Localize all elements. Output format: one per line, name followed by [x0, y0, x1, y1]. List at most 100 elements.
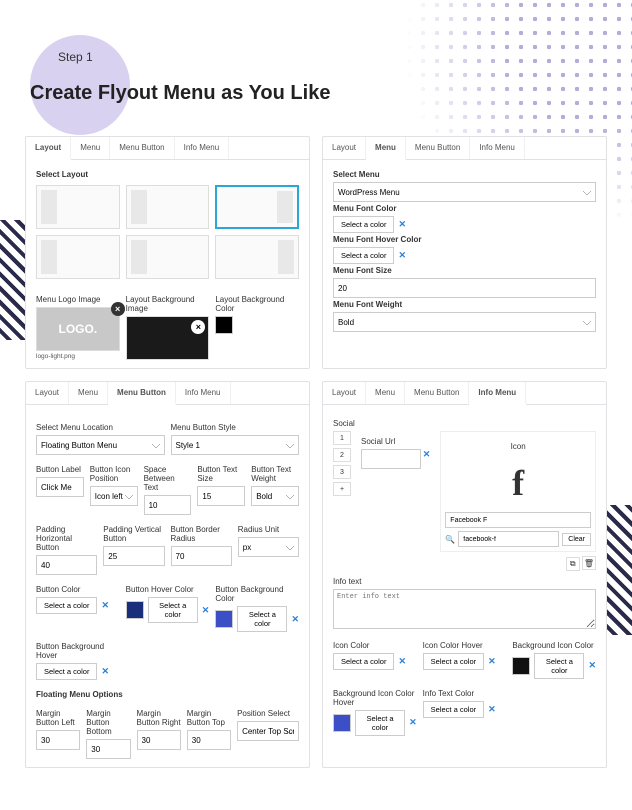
font-size-label: Menu Font Size: [333, 266, 596, 275]
sel-loc[interactable]: Floating Button Menu: [36, 435, 165, 455]
menu-logo-label: Menu Logo Image: [36, 295, 120, 304]
tab-info-menu[interactable]: Info Menu: [175, 137, 230, 159]
info-text-label: Info text: [333, 577, 596, 586]
clear-color-icon[interactable]: ✕: [488, 656, 496, 667]
tab-menu[interactable]: Menu: [69, 382, 108, 404]
margin-bottom-input[interactable]: [86, 739, 130, 759]
tab-info-menu[interactable]: Info Menu: [176, 382, 231, 404]
delete-icon[interactable]: ×: [111, 302, 125, 316]
select-color-button[interactable]: Select a color: [355, 710, 405, 736]
radius-unit[interactable]: px: [238, 537, 299, 557]
panel-layout: Layout Menu Menu Button Info Menu Select…: [25, 136, 310, 369]
logo-caption: logo-light.png: [36, 353, 120, 360]
tab-layout[interactable]: Layout: [323, 137, 366, 159]
btn-label-input[interactable]: [36, 477, 84, 497]
space-input[interactable]: [144, 495, 192, 515]
social-index[interactable]: 2: [333, 448, 351, 462]
bg-color-label: Layout Background Color: [215, 295, 299, 313]
btn-style-label: Menu Button Style: [171, 423, 300, 432]
clear-color-icon[interactable]: ✕: [101, 600, 109, 611]
clear-color-icon[interactable]: ✕: [398, 656, 406, 667]
select-color-button[interactable]: Select a color: [333, 653, 394, 670]
select-color-button[interactable]: Select a color: [333, 247, 394, 264]
clear-color-icon[interactable]: ✕: [398, 250, 406, 261]
floating-options-heading: Floating Menu Options: [36, 690, 299, 699]
social-index[interactable]: 3: [333, 465, 351, 479]
tab-menu[interactable]: Menu: [366, 137, 406, 160]
layout-option[interactable]: [36, 235, 120, 279]
select-layout-label: Select Layout: [36, 170, 299, 179]
icon-pos[interactable]: Icon left: [90, 486, 138, 506]
pad-v-input[interactable]: [103, 546, 164, 566]
tab-layout[interactable]: Layout: [26, 137, 71, 160]
layout-option[interactable]: [36, 185, 120, 229]
select-menu[interactable]: WordPress Menu: [333, 182, 596, 202]
color-swatch[interactable]: [126, 601, 144, 619]
tab-menu-button[interactable]: Menu Button: [405, 382, 469, 404]
pad-h-input[interactable]: [36, 555, 97, 575]
select-color-button[interactable]: Select a color: [333, 216, 394, 233]
clear-color-icon[interactable]: ✕: [588, 660, 596, 671]
info-text-input[interactable]: [333, 589, 596, 629]
select-color-button[interactable]: Select a color: [534, 653, 584, 679]
social-url-input[interactable]: [361, 449, 421, 469]
color-swatch[interactable]: [215, 316, 233, 334]
delete-icon[interactable]: 🗑: [582, 556, 596, 570]
layout-option[interactable]: [126, 185, 210, 229]
duplicate-icon[interactable]: ⧉: [566, 557, 580, 571]
tab-layout[interactable]: Layout: [323, 382, 366, 404]
select-color-button[interactable]: Select a color: [36, 597, 97, 614]
tab-layout[interactable]: Layout: [26, 382, 69, 404]
clear-color-icon[interactable]: ✕: [202, 605, 210, 616]
clear-icon[interactable]: ✕: [423, 449, 431, 469]
panel-info-menu: Layout Menu Menu Button Info Menu Social…: [322, 381, 607, 768]
logo-thumb[interactable]: LOGO. ×: [36, 307, 120, 351]
margin-right-input[interactable]: [137, 730, 181, 750]
select-color-button[interactable]: Select a color: [423, 653, 484, 670]
step-label: Step 1: [58, 50, 602, 64]
panel-menu: Layout Menu Menu Button Info Menu Select…: [322, 136, 607, 369]
tab-menu[interactable]: Menu: [366, 382, 405, 404]
text-weight[interactable]: Bold: [251, 486, 299, 506]
layout-option-selected[interactable]: [215, 185, 299, 229]
add-social-button[interactable]: +: [333, 482, 351, 496]
select-color-button[interactable]: Select a color: [148, 597, 198, 623]
bg-image-label: Layout Background Image: [126, 295, 210, 313]
tab-menu-button[interactable]: Menu Button: [110, 137, 174, 159]
font-size-input[interactable]: [333, 278, 596, 298]
clear-color-icon[interactable]: ✕: [291, 614, 299, 625]
margin-left-input[interactable]: [36, 730, 80, 750]
font-weight-label: Menu Font Weight: [333, 300, 596, 309]
clear-color-icon[interactable]: ✕: [398, 219, 406, 230]
radius-input[interactable]: [171, 546, 232, 566]
tab-info-menu[interactable]: Info Menu: [469, 382, 526, 405]
text-size-input[interactable]: [197, 486, 245, 506]
select-color-button[interactable]: Select a color: [237, 606, 287, 632]
icon-search[interactable]: [458, 531, 559, 547]
delete-icon[interactable]: ×: [191, 320, 205, 334]
clear-color-icon[interactable]: ✕: [409, 717, 417, 728]
clear-button[interactable]: Clear: [562, 533, 591, 546]
select-color-button[interactable]: Select a color: [423, 701, 484, 718]
social-index[interactable]: 1: [333, 431, 351, 445]
tab-menu[interactable]: Menu: [71, 137, 110, 159]
tab-menu-button[interactable]: Menu Button: [406, 137, 470, 159]
layout-option[interactable]: [215, 235, 299, 279]
select-color-button[interactable]: Select a color: [36, 663, 97, 680]
clear-color-icon[interactable]: ✕: [488, 704, 496, 715]
color-swatch[interactable]: [215, 610, 233, 628]
position-select[interactable]: Center Top Screen: [237, 721, 299, 741]
icon-name[interactable]: [445, 512, 591, 528]
font-weight-select[interactable]: Bold: [333, 312, 596, 332]
color-swatch[interactable]: [333, 714, 351, 732]
tab-menu-button[interactable]: Menu Button: [108, 382, 176, 405]
bg-thumb[interactable]: ×: [126, 316, 210, 360]
tab-info-menu[interactable]: Info Menu: [470, 137, 525, 159]
clear-color-icon[interactable]: ✕: [101, 666, 109, 677]
btn-style[interactable]: Style 1: [171, 435, 300, 455]
color-swatch[interactable]: [512, 657, 530, 675]
font-color-label: Menu Font Color: [333, 204, 596, 213]
panel-menu-button: Layout Menu Menu Button Info Menu Select…: [25, 381, 310, 768]
layout-option[interactable]: [126, 235, 210, 279]
margin-top-input[interactable]: [187, 730, 231, 750]
